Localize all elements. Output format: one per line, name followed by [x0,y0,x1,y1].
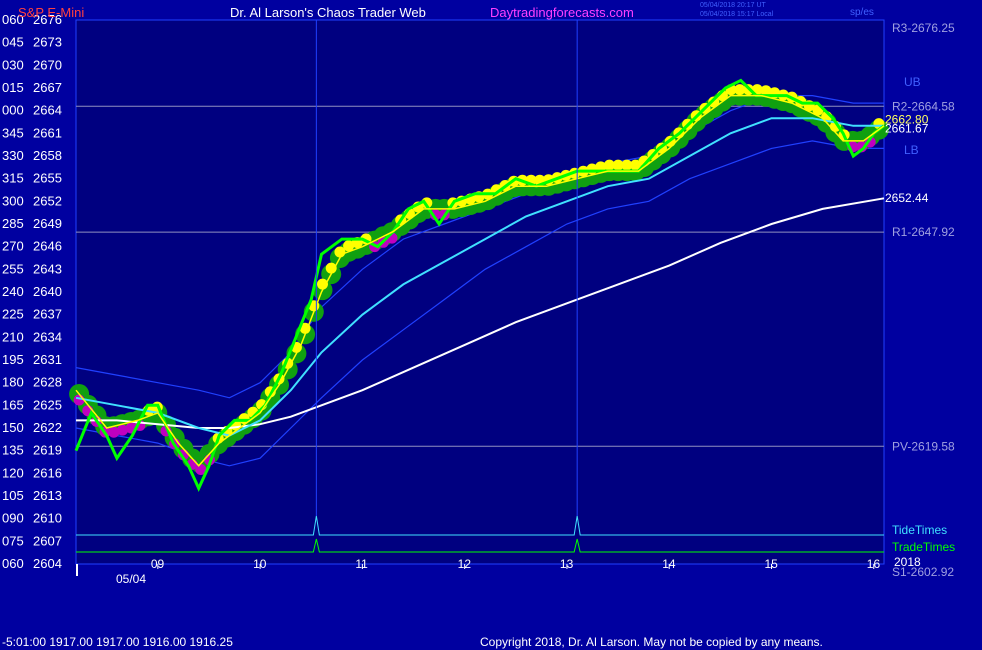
x-tick-label-1: 10 [253,557,267,571]
chaos-trader-chart: 060 2676045 2673030 2670015 2667000 2664345 26… [0,0,982,650]
y-tick-price-24: 2604 [33,556,62,571]
pivot-label-1: R2-2664.58 [892,99,955,113]
y-tick-left-19: 135 [2,443,24,458]
y-tick-price-22: 2610 [33,511,62,526]
y-tick-left-22: 090 [2,511,24,526]
indicator-label-1: TradeTimes [892,540,955,554]
y-tick-left-16: 180 [2,375,24,390]
y-tick-price-3: 2667 [33,80,62,95]
y-tick-price-2: 2670 [33,57,62,72]
timestamp-utc: 05/04/2018 20:17 UT [700,2,766,9]
y-tick-left-14: 210 [2,329,24,344]
upper-band-label: UB [904,75,921,89]
site-link[interactable]: Daytradingforecasts.com [490,5,634,20]
y-tick-left-1: 045 [2,35,24,50]
x-tick-label-0: 09 [151,557,165,571]
y-tick-price-15: 2631 [33,352,62,367]
timestamp-local: 05/04/2018 15:17 Local [700,11,774,18]
y-tick-left-5: 345 [2,125,24,140]
y-tick-left-6: 330 [2,148,24,163]
y-tick-price-7: 2655 [33,171,62,186]
pivot-label-3: PV-2619.58 [892,439,955,453]
y-tick-left-24: 060 [2,556,24,571]
y-tick-price-20: 2616 [33,465,62,480]
y-tick-left-10: 270 [2,239,24,254]
y-tick-price-11: 2643 [33,261,62,276]
y-tick-left-21: 105 [2,488,24,503]
date-label: 05/04 [116,572,146,586]
footer-quote: -5:01:00 1917.00 1917.00 1916.00 1916.25 [2,635,233,649]
price-label-2: 2652.44 [885,191,929,205]
pivot-label-0: R3-2676.25 [892,21,955,35]
x-tick-label-2: 11 [355,557,368,571]
year-label: 2018 [894,555,921,569]
pivot-label-2: R1-2647.92 [892,225,955,239]
y-tick-left-13: 225 [2,307,24,322]
footer-copyright: Copyright 2018, Dr. Al Larson. May not b… [480,635,823,649]
y-tick-price-14: 2634 [33,329,62,344]
y-tick-price-16: 2628 [33,375,62,390]
y-tick-left-12: 240 [2,284,24,299]
y-tick-price-5: 2661 [33,125,62,140]
x-tick-label-6: 15 [764,557,778,571]
x-tick-label-7: 16 [867,557,881,571]
y-tick-left-2: 030 [2,57,24,72]
symbol-title: S&P E-Mini [18,5,84,20]
y-tick-price-1: 2673 [33,35,62,50]
y-tick-price-6: 2658 [33,148,62,163]
y-tick-left-11: 255 [2,261,24,276]
x-tick-label-4: 13 [560,557,574,571]
y-tick-left-9: 285 [2,216,24,231]
y-tick-price-23: 2607 [33,533,62,548]
y-tick-left-15: 195 [2,352,24,367]
y-tick-left-4: 000 [2,103,24,118]
x-tick-label-3: 12 [458,557,472,571]
y-tick-price-9: 2649 [33,216,62,231]
y-tick-left-8: 300 [2,193,24,208]
y-tick-price-21: 2613 [33,488,62,503]
y-tick-left-23: 075 [2,533,24,548]
y-tick-left-18: 150 [2,420,24,435]
y-tick-price-12: 2640 [33,284,62,299]
y-tick-left-7: 315 [2,171,24,186]
y-tick-price-8: 2652 [33,193,62,208]
y-tick-left-3: 015 [2,80,24,95]
y-tick-price-19: 2619 [33,443,62,458]
y-tick-left-17: 165 [2,397,24,412]
chart-title: Dr. Al Larson's Chaos Trader Web [230,5,426,20]
y-tick-price-10: 2646 [33,239,62,254]
y-tick-price-17: 2625 [33,397,62,412]
y-tick-price-13: 2637 [33,307,62,322]
y-tick-price-18: 2622 [33,420,62,435]
lower-band-label: LB [904,143,919,157]
chart-tag: sp/es [850,7,874,18]
y-tick-left-20: 120 [2,465,24,480]
x-tick-label-5: 14 [662,557,676,571]
y-tick-price-4: 2664 [33,103,62,118]
indicator-label-0: TideTimes [892,523,947,537]
price-label-1: 2661.67 [885,121,929,135]
